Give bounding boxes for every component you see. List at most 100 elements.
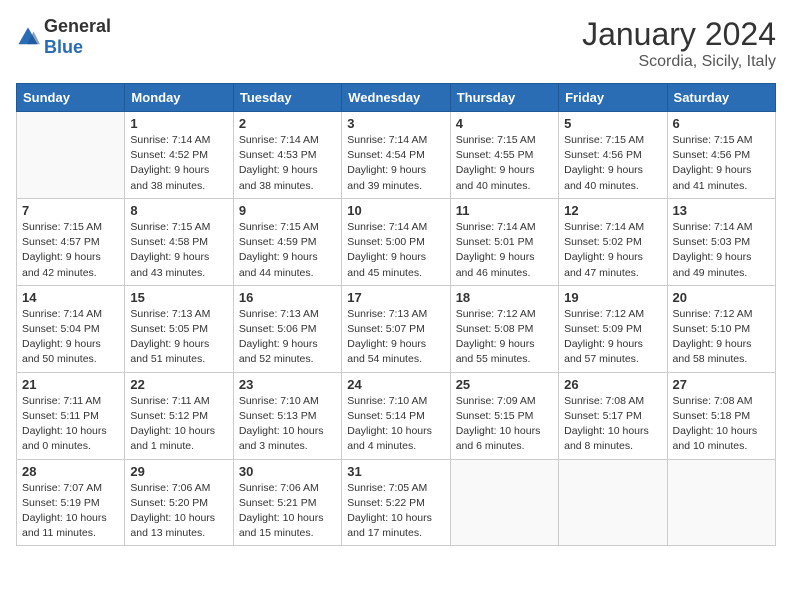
week-row-4: 21 Sunrise: 7:11 AMSunset: 5:11 PMDayligh…: [17, 372, 776, 459]
day-info: Sunrise: 7:13 AMSunset: 5:06 PMDaylight:…: [239, 307, 336, 368]
page-header: General Blue January 2024 Scordia, Sicil…: [16, 16, 776, 71]
logo: General Blue: [16, 16, 111, 58]
calendar-cell: 30Sunrise: 7:06 AMSunset: 5:21 PMDayligh…: [233, 459, 341, 546]
day-number: 9: [239, 203, 336, 218]
day-number: 7: [22, 203, 119, 218]
day-info: Sunrise: 7:14 AMSunset: 4:53 PMDaylight:…: [239, 133, 336, 194]
calendar-cell: 5 Sunrise: 7:15 AMSunset: 4:56 PMDaylight…: [559, 112, 667, 199]
day-info: Sunrise: 7:13 AMSunset: 5:05 PMDaylight:…: [130, 307, 227, 368]
calendar-cell: 15 Sunrise: 7:13 AMSunset: 5:05 PMDayligh…: [125, 285, 233, 372]
calendar-cell: [559, 459, 667, 546]
calendar-body: 1 Sunrise: 7:14 AMSunset: 4:52 PMDaylight…: [17, 112, 776, 546]
calendar-cell: 25Sunrise: 7:09 AMSunset: 5:15 PMDayligh…: [450, 372, 558, 459]
week-row-5: 28 Sunrise: 7:07 AMSunset: 5:19 PMDayligh…: [17, 459, 776, 546]
calendar-cell: 21 Sunrise: 7:11 AMSunset: 5:11 PMDayligh…: [17, 372, 125, 459]
day-number: 20: [673, 290, 770, 305]
title-block: January 2024 Scordia, Sicily, Italy: [582, 16, 776, 71]
calendar-cell: 1 Sunrise: 7:14 AMSunset: 4:52 PMDaylight…: [125, 112, 233, 199]
day-number: 6: [673, 116, 770, 131]
day-number: 29: [130, 464, 227, 479]
calendar-cell: 27Sunrise: 7:08 AMSunset: 5:18 PMDayligh…: [667, 372, 775, 459]
calendar-cell: 31 Sunrise: 7:05 AMSunset: 5:22 PMDayligh…: [342, 459, 450, 546]
day-info: Sunrise: 7:10 AMSunset: 5:14 PMDaylight:…: [347, 394, 444, 455]
day-number: 4: [456, 116, 553, 131]
day-info: Sunrise: 7:10 AMSunset: 5:13 PMDaylight:…: [239, 394, 336, 455]
day-number: 28: [22, 464, 119, 479]
day-info: Sunrise: 7:14 AMSunset: 4:54 PMDaylight:…: [347, 133, 444, 194]
day-number: 24: [347, 377, 444, 392]
calendar-cell: 4 Sunrise: 7:15 AMSunset: 4:55 PMDaylight…: [450, 112, 558, 199]
calendar-cell: 6 Sunrise: 7:15 AMSunset: 4:56 PMDaylight…: [667, 112, 775, 199]
day-info: Sunrise: 7:15 AMSunset: 4:56 PMDaylight:…: [673, 133, 770, 194]
calendar-cell: 20 Sunrise: 7:12 AMSunset: 5:10 PMDayligh…: [667, 285, 775, 372]
day-info: Sunrise: 7:14 AMSunset: 5:00 PMDaylight:…: [347, 220, 444, 281]
calendar-cell: 16 Sunrise: 7:13 AMSunset: 5:06 PMDayligh…: [233, 285, 341, 372]
day-info: Sunrise: 7:11 AMSunset: 5:11 PMDaylight:…: [22, 394, 119, 455]
day-info: Sunrise: 7:11 AMSunset: 5:12 PMDaylight:…: [130, 394, 227, 455]
calendar-cell: [667, 459, 775, 546]
day-info: Sunrise: 7:08 AMSunset: 5:17 PMDaylight:…: [564, 394, 661, 455]
day-info: Sunrise: 7:08 AMSunset: 5:18 PMDaylight:…: [673, 394, 770, 455]
day-header-sunday: Sunday: [17, 84, 125, 112]
calendar-cell: 12Sunrise: 7:14 AMSunset: 5:02 PMDayligh…: [559, 198, 667, 285]
month-title: January 2024: [582, 16, 776, 53]
logo-text-blue: Blue: [44, 37, 83, 57]
logo-text-general: General: [44, 16, 111, 36]
day-number: 2: [239, 116, 336, 131]
calendar-cell: 23 Sunrise: 7:10 AMSunset: 5:13 PMDayligh…: [233, 372, 341, 459]
day-info: Sunrise: 7:15 AMSunset: 4:55 PMDaylight:…: [456, 133, 553, 194]
calendar-cell: 2 Sunrise: 7:14 AMSunset: 4:53 PMDaylight…: [233, 112, 341, 199]
calendar-cell: 28 Sunrise: 7:07 AMSunset: 5:19 PMDayligh…: [17, 459, 125, 546]
day-info: Sunrise: 7:15 AMSunset: 4:57 PMDaylight:…: [22, 220, 119, 281]
calendar-cell: 13Sunrise: 7:14 AMSunset: 5:03 PMDayligh…: [667, 198, 775, 285]
calendar-cell: 19Sunrise: 7:12 AMSunset: 5:09 PMDayligh…: [559, 285, 667, 372]
location: Scordia, Sicily, Italy: [582, 53, 776, 71]
day-info: Sunrise: 7:14 AMSunset: 4:52 PMDaylight:…: [130, 133, 227, 194]
calendar-table: SundayMondayTuesdayWednesdayThursdayFrid…: [16, 83, 776, 546]
day-number: 17: [347, 290, 444, 305]
day-number: 8: [130, 203, 227, 218]
day-number: 26: [564, 377, 661, 392]
day-number: 31: [347, 464, 444, 479]
calendar-cell: 10 Sunrise: 7:14 AMSunset: 5:00 PMDayligh…: [342, 198, 450, 285]
day-header-saturday: Saturday: [667, 84, 775, 112]
day-info: Sunrise: 7:12 AMSunset: 5:10 PMDaylight:…: [673, 307, 770, 368]
day-header-wednesday: Wednesday: [342, 84, 450, 112]
day-info: Sunrise: 7:12 AMSunset: 5:08 PMDaylight:…: [456, 307, 553, 368]
calendar-cell: 9Sunrise: 7:15 AMSunset: 4:59 PMDaylight…: [233, 198, 341, 285]
calendar-cell: 11Sunrise: 7:14 AMSunset: 5:01 PMDayligh…: [450, 198, 558, 285]
calendar-cell: 3Sunrise: 7:14 AMSunset: 4:54 PMDaylight…: [342, 112, 450, 199]
day-info: Sunrise: 7:12 AMSunset: 5:09 PMDaylight:…: [564, 307, 661, 368]
day-number: 12: [564, 203, 661, 218]
calendar-cell: 26 Sunrise: 7:08 AMSunset: 5:17 PMDayligh…: [559, 372, 667, 459]
day-number: 5: [564, 116, 661, 131]
calendar-cell: 18Sunrise: 7:12 AMSunset: 5:08 PMDayligh…: [450, 285, 558, 372]
day-info: Sunrise: 7:13 AMSunset: 5:07 PMDaylight:…: [347, 307, 444, 368]
day-info: Sunrise: 7:15 AMSunset: 4:58 PMDaylight:…: [130, 220, 227, 281]
day-header-friday: Friday: [559, 84, 667, 112]
day-header-tuesday: Tuesday: [233, 84, 341, 112]
days-header-row: SundayMondayTuesdayWednesdayThursdayFrid…: [17, 84, 776, 112]
day-info: Sunrise: 7:06 AMSunset: 5:21 PMDaylight:…: [239, 481, 336, 542]
day-info: Sunrise: 7:07 AMSunset: 5:19 PMDaylight:…: [22, 481, 119, 542]
day-info: Sunrise: 7:06 AMSunset: 5:20 PMDaylight:…: [130, 481, 227, 542]
calendar-cell: 8 Sunrise: 7:15 AMSunset: 4:58 PMDaylight…: [125, 198, 233, 285]
day-number: 21: [22, 377, 119, 392]
day-number: 10: [347, 203, 444, 218]
calendar-cell: 14Sunrise: 7:14 AMSunset: 5:04 PMDayligh…: [17, 285, 125, 372]
calendar-cell: [450, 459, 558, 546]
calendar-cell: 17 Sunrise: 7:13 AMSunset: 5:07 PMDayligh…: [342, 285, 450, 372]
calendar-cell: 29 Sunrise: 7:06 AMSunset: 5:20 PMDayligh…: [125, 459, 233, 546]
day-number: 15: [130, 290, 227, 305]
day-number: 25: [456, 377, 553, 392]
calendar-cell: 22Sunrise: 7:11 AMSunset: 5:12 PMDayligh…: [125, 372, 233, 459]
day-info: Sunrise: 7:15 AMSunset: 4:56 PMDaylight:…: [564, 133, 661, 194]
day-number: 23: [239, 377, 336, 392]
day-number: 14: [22, 290, 119, 305]
day-header-monday: Monday: [125, 84, 233, 112]
day-number: 1: [130, 116, 227, 131]
day-number: 13: [673, 203, 770, 218]
day-number: 16: [239, 290, 336, 305]
day-header-thursday: Thursday: [450, 84, 558, 112]
day-info: Sunrise: 7:05 AMSunset: 5:22 PMDaylight:…: [347, 481, 444, 542]
